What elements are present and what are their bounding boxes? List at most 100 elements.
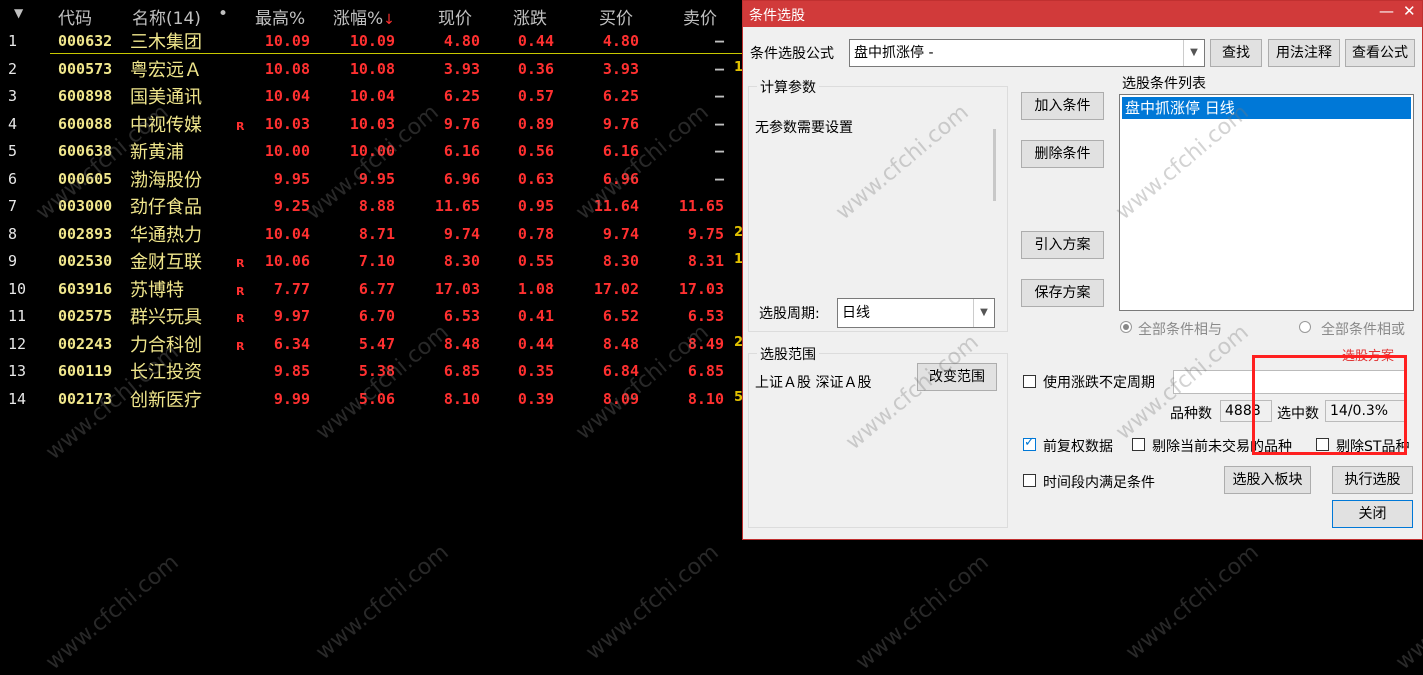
table-row[interactable]: 4 600088 中视传媒 R 10.03 10.03 9.76 0.89 9.76— [0, 110, 742, 137]
header-bid[interactable]: 买价 [599, 4, 633, 29]
exclude-no-trade-checkbox[interactable] [1132, 438, 1145, 451]
current-price: 6.53 [443, 307, 480, 325]
price-change: 0.89 [517, 114, 554, 133]
formula-select[interactable]: 盘中抓涨停 - ▼ [849, 39, 1205, 67]
radio-all-or-label[interactable]: 全部条件相或 [1321, 319, 1405, 339]
stock-code: 603916 [58, 279, 113, 298]
forward-adjust-label[interactable]: 前复权数据 [1043, 436, 1113, 456]
table-row[interactable]: 12 002243 力合科创 R 6.34 5.47 8.48 0.44 8.48 8.49 2 [0, 330, 743, 357]
current-price: 3.93 [443, 59, 480, 78]
row-index: 11 [8, 307, 27, 325]
range-value: 上证Ａ股 深证Ａ股 [755, 375, 872, 391]
delete-condition-button[interactable]: 删除条件 [1021, 140, 1104, 168]
sort-menu-icon[interactable]: ▼ [14, 6, 23, 20]
table-row[interactable]: 10 603916 苏博特 R 7.77 6.77 17.03 1.08 17.02 17.03 [0, 275, 742, 302]
formula-value: 盘中抓涨停 - [854, 45, 934, 61]
high-pct: 10.08 [264, 59, 310, 78]
change-pct: 10.09 [349, 32, 395, 50]
table-row[interactable]: 7 003000 劲仔食品 9.25 8.88 11.65 0.95 11.64 11.65 [0, 192, 742, 219]
bid-price: 8.30 [602, 252, 639, 270]
table-row[interactable]: 2 000573 粤宏远Ａ 10.08 10.08 3.93 0.36 3.93—1 [0, 55, 743, 82]
highlight-annotation-box [1252, 355, 1407, 455]
table-row[interactable]: 1 000632 三木集团 10.09 10.09 4.80 0.44 4.80 — [0, 27, 742, 54]
high-pct: 10.06 [264, 252, 310, 270]
params-scrollbar[interactable] [993, 129, 996, 201]
chevron-down-icon[interactable]: ▼ [1183, 40, 1204, 66]
close-icon[interactable]: ✕ [1403, 2, 1416, 20]
price-change: 0.55 [517, 252, 554, 270]
time-window-checkbox[interactable] [1023, 474, 1036, 487]
radio-all-and[interactable] [1120, 321, 1132, 333]
view-formula-button[interactable]: 查看公式 [1345, 39, 1415, 67]
ask-price: 9.75 [687, 224, 724, 243]
current-price: 17.03 [434, 279, 480, 298]
formula-label: 条件选股公式 [750, 46, 834, 62]
chevron-down-icon[interactable]: ▼ [973, 299, 994, 327]
row-index: 13 [8, 362, 27, 380]
row-index: 14 [8, 389, 27, 408]
radio-all-or[interactable] [1299, 321, 1311, 333]
header-code[interactable]: 代码 [58, 4, 92, 29]
radio-all-and-label[interactable]: 全部条件相与 [1138, 319, 1222, 339]
add-to-block-button[interactable]: 选股入板块 [1224, 466, 1311, 494]
change-pct: 10.03 [349, 114, 395, 133]
save-scheme-button[interactable]: 保存方案 [1021, 279, 1104, 307]
change-pct: 5.47 [358, 334, 395, 353]
stock-name: 华通热力 [130, 224, 202, 246]
minimize-icon[interactable]: — [1379, 2, 1394, 20]
period-select[interactable]: 日线 ▼ [837, 298, 995, 328]
watermark-text: www.cfchi.com [1391, 549, 1423, 675]
condition-list-item[interactable]: 盘中抓涨停 日线 [1122, 97, 1411, 119]
header-chg[interactable]: 涨跌 [513, 4, 547, 29]
header-pct[interactable]: 涨幅%↓ [333, 4, 395, 29]
table-row[interactable]: 9 002530 金财互联 R 10.06 7.10 8.30 0.55 8.30 8.31 1 [0, 247, 743, 274]
bid-price: 9.76 [602, 114, 639, 133]
range-title: 选股范围 [757, 344, 819, 364]
table-row[interactable]: 11 002575 群兴玩具 R 9.97 6.70 6.53 0.41 6.52 6.53 [0, 302, 742, 329]
stock-code: 600119 [58, 362, 113, 380]
table-row[interactable]: 8 002893 华通热力 10.04 8.71 9.74 0.78 9.74 9.75 2 [0, 220, 743, 247]
sort-desc-icon: ↓ [383, 12, 395, 28]
stock-code: 000632 [58, 32, 113, 50]
bid-price: 3.93 [602, 59, 639, 78]
change-pct: 10.04 [349, 87, 395, 105]
high-pct: 9.25 [273, 197, 310, 215]
table-header: ▼ 代码 名称(14) • 最高% 涨幅%↓ 现价 涨跌 买价 卖价 [0, 0, 742, 29]
bid-price: 6.25 [602, 87, 639, 105]
usage-notes-button[interactable]: 用法注释 [1268, 39, 1340, 67]
condition-list[interactable]: 盘中抓涨停 日线 [1119, 94, 1414, 311]
header-name[interactable]: 名称(14) [132, 4, 201, 29]
header-price[interactable]: 现价 [438, 4, 472, 29]
ask-price: — [714, 59, 724, 78]
import-scheme-button[interactable]: 引入方案 [1021, 231, 1104, 259]
use-period-checkbox[interactable] [1023, 375, 1036, 388]
row-index: 10 [8, 279, 27, 298]
current-price: 11.65 [434, 197, 480, 215]
price-change: 0.41 [517, 307, 554, 325]
table-row[interactable]: 3 600898 国美通讯 10.04 10.04 6.25 0.57 6.25 — [0, 82, 742, 109]
forward-adjust-checkbox[interactable] [1023, 435, 1036, 451]
condition-screening-dialog: 条件选股 — ✕ 条件选股公式 盘中抓涨停 - ▼ 查找 用法注释 查看公式 计… [742, 0, 1423, 540]
close-button[interactable]: 关闭 [1332, 500, 1413, 528]
current-price: 6.25 [443, 87, 480, 105]
stock-code: 600088 [58, 114, 113, 133]
ask-price: 8.10 [687, 389, 724, 408]
price-change: 0.78 [517, 224, 554, 243]
find-button[interactable]: 查找 [1210, 39, 1262, 67]
header-high[interactable]: 最高% [255, 4, 305, 29]
use-period-label[interactable]: 使用涨跌不定周期 [1043, 372, 1155, 392]
period-label: 选股周期: [759, 306, 820, 322]
time-window-label[interactable]: 时间段内满足条件 [1043, 472, 1155, 492]
change-pct: 6.70 [358, 307, 395, 325]
current-price: 9.74 [443, 224, 480, 243]
dialog-titlebar[interactable]: 条件选股 — ✕ [743, 1, 1422, 27]
add-condition-button[interactable]: 加入条件 [1021, 92, 1104, 120]
stock-code: 002530 [58, 252, 113, 270]
header-ask[interactable]: 卖价 [683, 4, 717, 29]
ask-price: — [714, 32, 724, 50]
row-index: 3 [8, 87, 18, 105]
price-change: 0.44 [517, 334, 554, 353]
price-change: 0.44 [517, 32, 554, 50]
calc-params-title: 计算参数 [757, 77, 819, 97]
execute-screening-button[interactable]: 执行选股 [1332, 466, 1413, 494]
